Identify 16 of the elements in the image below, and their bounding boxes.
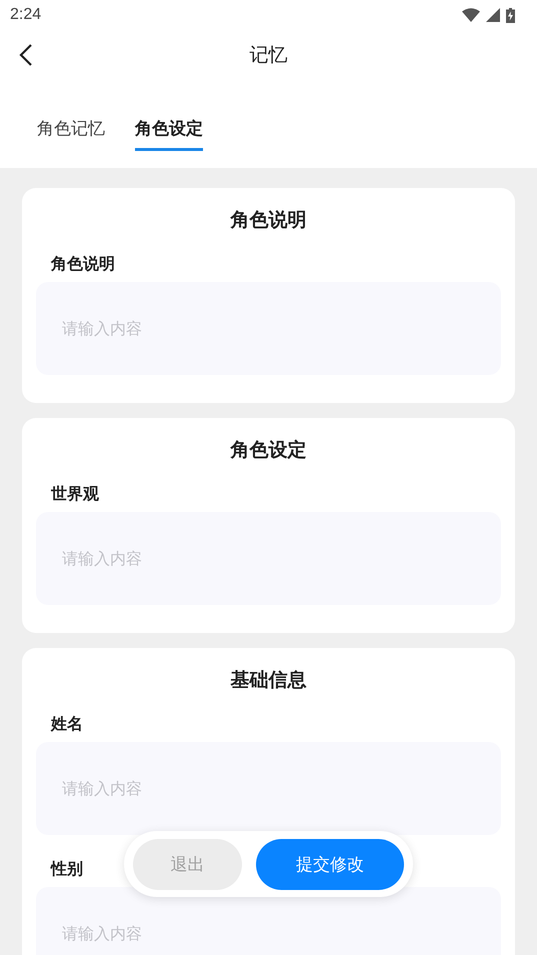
section-title: 角色说明 [229, 208, 308, 232]
field-label: 角色说明 [51, 254, 115, 274]
back-icon[interactable] [19, 43, 33, 67]
field-label: 世界观 [51, 484, 99, 504]
field-label: 姓名 [51, 714, 83, 734]
section-title: 基础信息 [230, 668, 308, 692]
status-time: 2:24 [10, 6, 42, 24]
page-title: 记忆 [250, 43, 288, 68]
tab[interactable]: 角色记忆 [37, 113, 105, 151]
battery-icon [506, 8, 515, 22]
signal-icon [486, 8, 500, 22]
submit-button[interactable]: 提交修改 [256, 838, 404, 890]
wifi-icon [462, 8, 480, 22]
section-title: 角色设定 [229, 438, 308, 462]
tab[interactable]: 角色设定 [135, 113, 203, 151]
field-label: 性别 [51, 859, 83, 879]
